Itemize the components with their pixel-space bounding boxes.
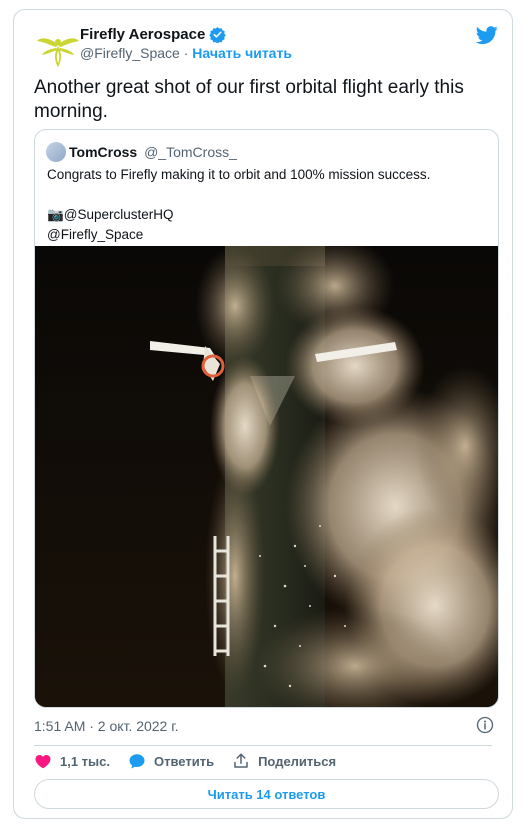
author-name[interactable]: Firefly Aerospace	[80, 26, 205, 43]
tweet-timestamp[interactable]: 1:51 AM · 2 окт. 2022 г.	[34, 718, 179, 734]
reply-label: Ответить	[154, 753, 215, 769]
quoted-name-row: TomCross @_TomCross_	[69, 144, 237, 160]
quoted-tweet[interactable]: TomCross @_TomCross_ Congrats to Firefly…	[34, 129, 499, 708]
share-label: Поделиться	[258, 753, 337, 769]
verified-badge-icon	[209, 27, 227, 43]
quoted-author-handle: @_TomCross_	[144, 144, 237, 160]
rocket-launch-illustration	[35, 246, 498, 707]
quoted-author-name: TomCross	[69, 144, 138, 160]
heart-icon	[35, 755, 51, 769]
share-upload-icon	[234, 753, 248, 768]
separator-dot: ·	[183, 45, 189, 61]
action-bar: 1,1 тыс. Ответить Поделиться	[34, 752, 354, 770]
author-handle-row: @Firefly_Space · Начать читать	[80, 45, 292, 61]
read-replies-button[interactable]: Читать 14 ответов	[34, 779, 499, 809]
quoted-text: Congrats to Firefly making it to orbit a…	[47, 167, 431, 242]
reply-button[interactable]: Ответить	[128, 752, 214, 770]
like-button[interactable]: 1,1 тыс.	[34, 752, 110, 770]
tweet-card: Firefly Aerospace @Firefly_Space · Начат…	[13, 9, 513, 819]
speech-bubble-icon	[129, 754, 145, 769]
rocket-launch-photo[interactable]	[35, 246, 498, 707]
quoted-avatar[interactable]	[46, 142, 66, 162]
info-icon[interactable]	[476, 716, 494, 734]
like-count: 1,1 тыс.	[60, 753, 110, 769]
tweet-text: Another great shot of our first orbital …	[34, 77, 464, 122]
divider	[34, 745, 492, 746]
author-handle[interactable]: @Firefly_Space	[80, 45, 180, 61]
firefly-logo-avatar[interactable]	[36, 25, 80, 69]
share-button[interactable]: Поделиться	[232, 752, 336, 770]
twitter-bird-icon[interactable]	[476, 24, 498, 46]
follow-link[interactable]: Начать читать	[192, 45, 292, 61]
author-name-row[interactable]: Firefly Aerospace	[80, 26, 227, 43]
